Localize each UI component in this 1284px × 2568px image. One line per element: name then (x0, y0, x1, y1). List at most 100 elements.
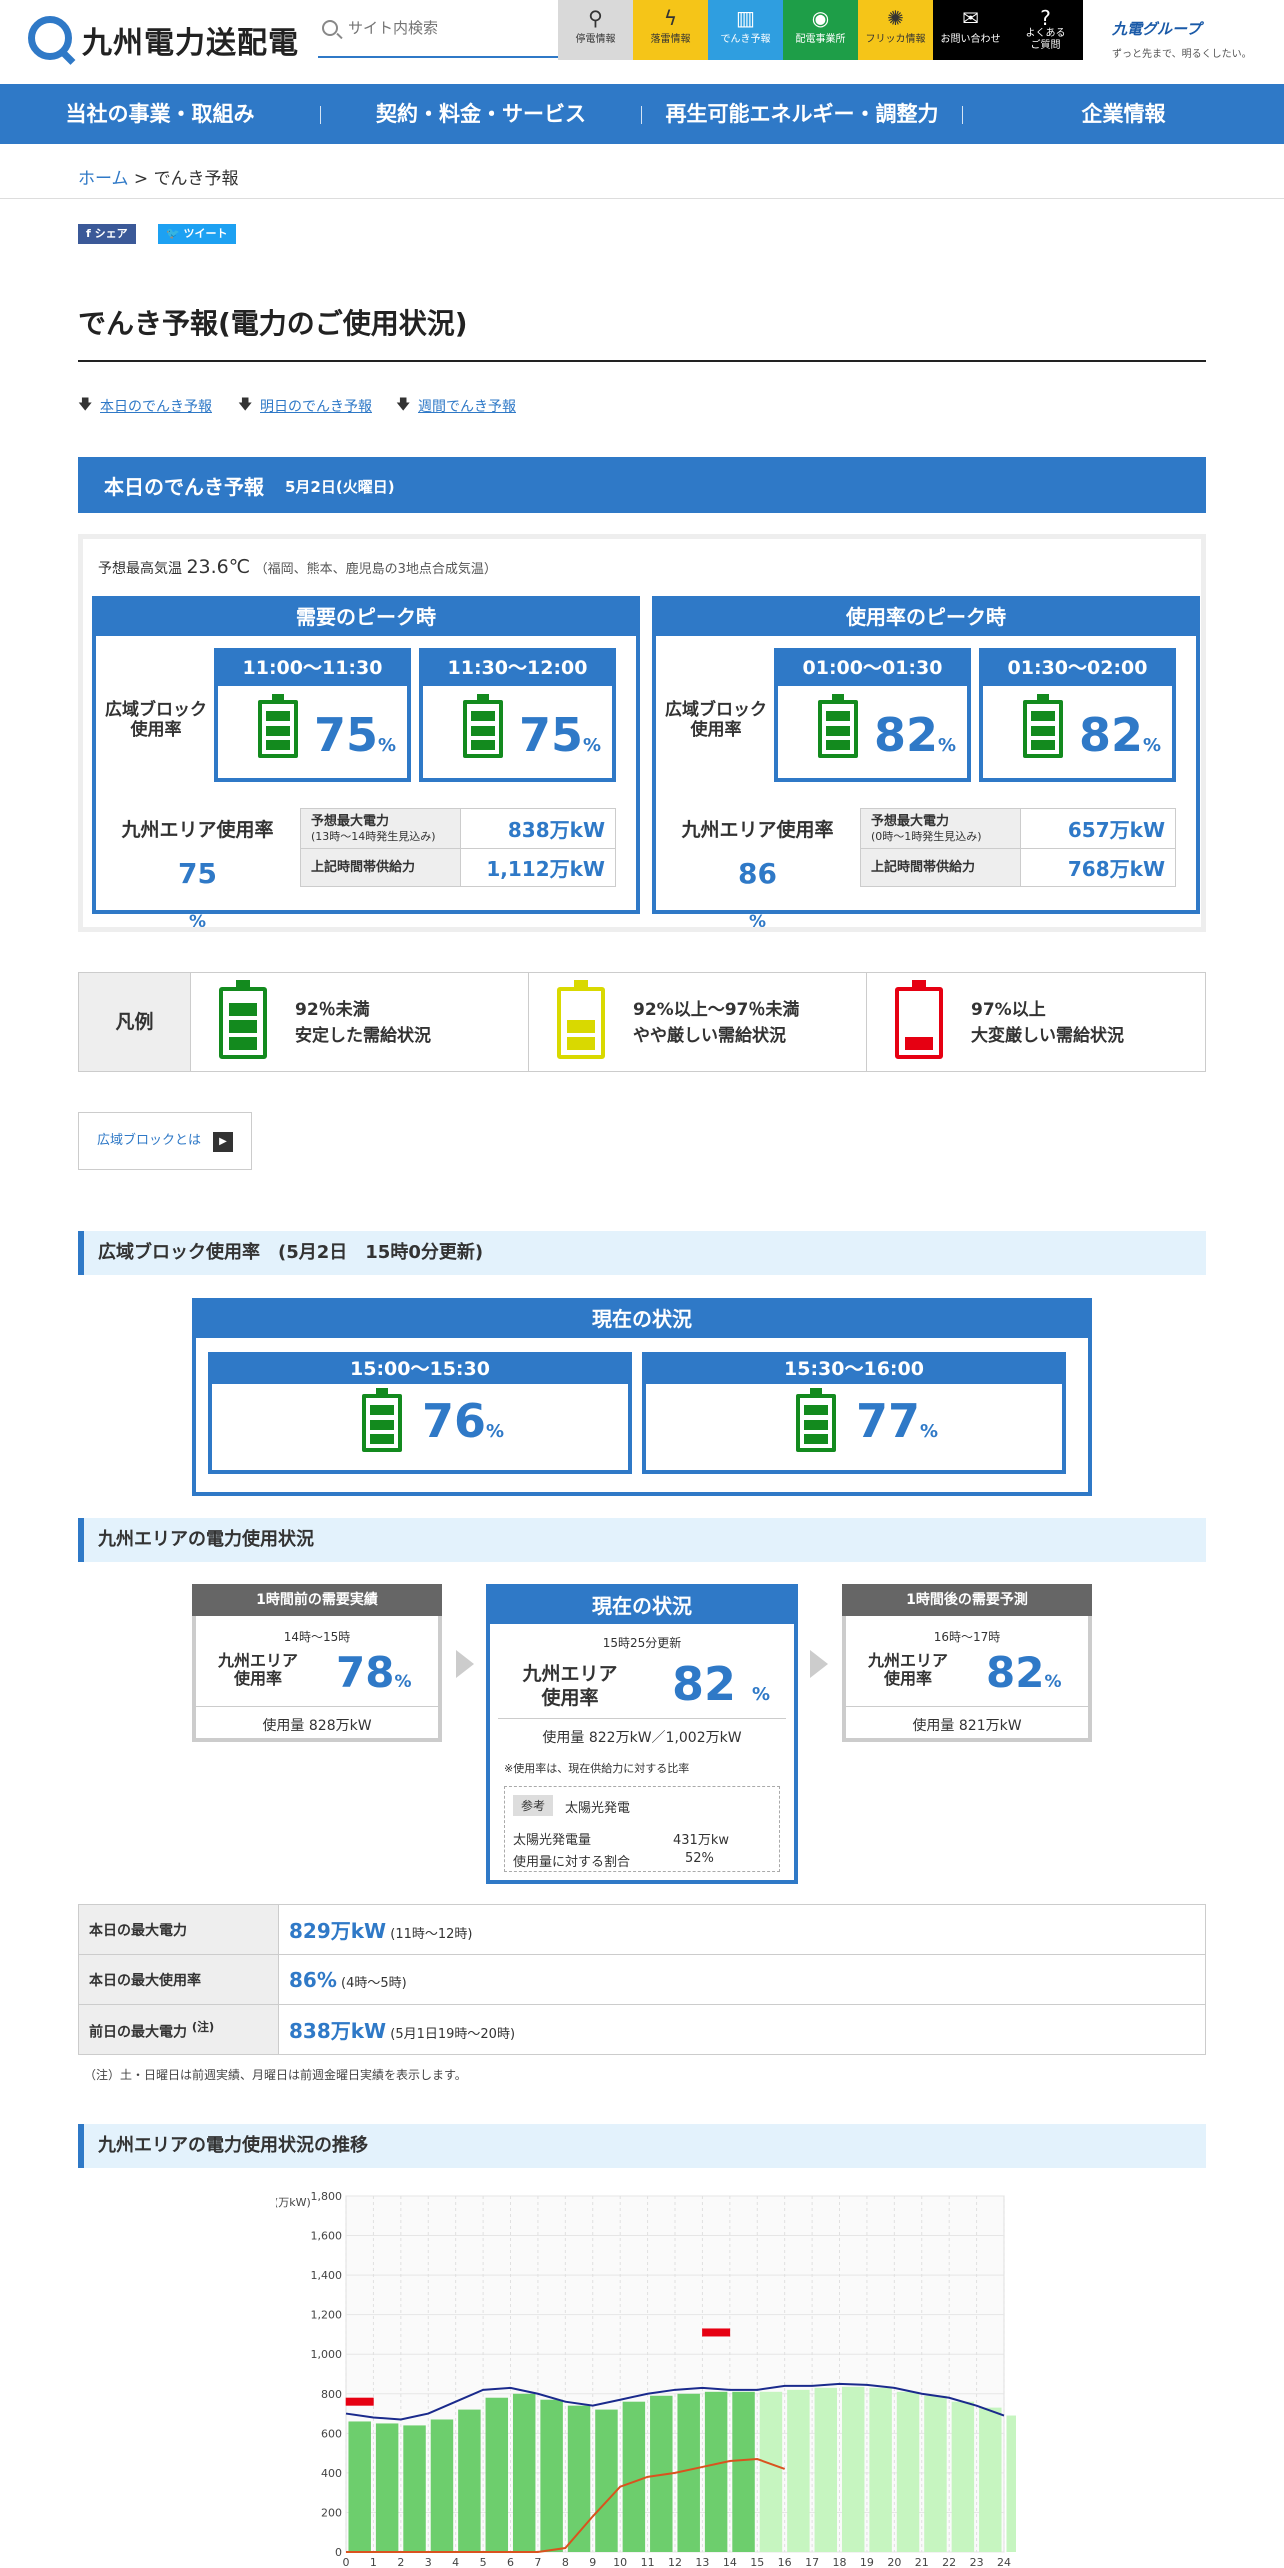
nav-tile-3[interactable]: ◉ 配電事業所 (783, 0, 858, 60)
x-tick-label: 18 (833, 2556, 847, 2568)
x-tick-label: 21 (915, 2556, 929, 2568)
breadcrumb-current: でんき予報 (153, 169, 239, 189)
forecast-table: 予想最大電力 (0時〜1時発生見込み) 657万kW 上記時間帯供給力 768万kW (860, 808, 1176, 887)
nav-tile-icon: ⚲ (588, 6, 603, 30)
global-nav: 当社の事業・取組み 契約・料金・サービス 再生可能エネルギー・調整力 企業情報 (0, 84, 1284, 144)
nav-tile-6[interactable]: ? よくある ご質問 (1008, 0, 1083, 60)
x-tick-label: 2 (397, 2556, 404, 2568)
peak-marker (345, 2397, 374, 2406)
gnav-business[interactable]: 当社の事業・取組み (0, 84, 320, 144)
nav-tile-1[interactable]: ϟ 落雷情報 (633, 0, 708, 60)
nav-tile-2[interactable]: ▥ でんき予報 (708, 0, 783, 60)
bar-forecast (1006, 2415, 1016, 2552)
battery-icon (362, 1388, 402, 1452)
solar-reference: 参考 太陽光発電 太陽光発電量 431万kw 使用量に対する割合 52% (504, 1786, 780, 1872)
arrow-right-icon: ▶ (213, 1132, 233, 1152)
arrow-right-icon (810, 1650, 828, 1678)
slot-time: 01:30～02:00 (983, 652, 1172, 686)
x-tick-label: 1 (370, 2556, 377, 2568)
logo-icon[interactable] (28, 16, 72, 60)
x-tick-label: 8 (562, 2556, 569, 2568)
y-tick-label: 200 (321, 2506, 342, 2519)
y-tick-label: 1,600 (311, 2230, 343, 2243)
anchor-weekly[interactable]: 週間でんき予報 (418, 396, 516, 416)
anchor-today[interactable]: 本日のでんき予報 (100, 396, 212, 416)
search-icon[interactable] (322, 20, 338, 36)
current-hour-box: 現在の状況 15時25分更新 九州エリア 使用率 82 % 使用量 822万kW… (486, 1584, 798, 1884)
legend-item: 92%以上～97％未満 やや厳しい需給状況 (529, 973, 867, 1071)
nav-tile-icon: ◉ (811, 6, 830, 30)
demand-peak-panel: 需要のピーク時 広域ブロック 使用率 11:00～11:30 75% 11:30～12:… (92, 596, 640, 932)
nav-tile-icon: ϟ (663, 6, 678, 30)
y-tick-label: 1,800 (311, 2190, 343, 2203)
bar-actual (595, 2409, 618, 2552)
bar-actual (348, 2421, 371, 2552)
slot-time: 11:00～11:30 (218, 652, 407, 686)
x-tick-label: 14 (723, 2556, 737, 2568)
usage-trend-chart: 02004006008001,0001,2001,4001,6001,800(万… (276, 2190, 1016, 2568)
bar-forecast (951, 2401, 975, 2552)
gnav-company[interactable]: 企業情報 (963, 84, 1284, 144)
legend: 凡例 92％未満 安定した需給状況 92%以上～97％未満 やや厳しい需給状況 97%以… (78, 972, 1206, 1072)
site-logo-text[interactable]: 九州電力送配電 (82, 18, 299, 62)
bar-actual (458, 2409, 481, 2552)
peak-slot: 11:30～12:00 75% (419, 648, 616, 782)
nav-tile-label: お問い合わせ (940, 34, 1001, 45)
slot-value: 82% (1079, 708, 1162, 762)
bar-actual (375, 2423, 399, 2552)
bar-actual (485, 2397, 509, 2552)
breadcrumb-home[interactable]: ホーム (78, 169, 129, 189)
nav-tile-0[interactable]: ⚲ 停電情報 (558, 0, 633, 60)
nav-tile-4[interactable]: ✺ フリッカ情報 (858, 0, 933, 60)
x-tick-label: 15 (750, 2556, 764, 2568)
twitter-share-button[interactable]: 🐦 ツイート (158, 224, 236, 244)
x-tick-label: 19 (860, 2556, 874, 2568)
x-tick-label: 7 (534, 2556, 541, 2568)
x-tick-label: 3 (425, 2556, 432, 2568)
arrow-down-icon: 🡇 (396, 397, 411, 413)
twitter-icon: 🐦 (166, 227, 180, 240)
battery-icon (219, 980, 267, 1059)
arrow-right-icon (456, 1650, 474, 1678)
nav-tile-label: 配電事業所 (795, 34, 846, 45)
table-row: 本日の最大電力 829万kW (11時〜12時) (78, 1904, 1206, 1955)
bar-forecast (869, 2387, 892, 2552)
x-tick-label: 11 (641, 2556, 655, 2568)
peak-slot: 11:00～11:30 75% (214, 648, 411, 782)
bar-actual (567, 2405, 591, 2552)
divider (0, 198, 1284, 199)
peak-slot: 01:30～02:00 82% (979, 648, 1176, 782)
footnote: （注）土・日曜日は前週実績、月曜日は前週金曜日実績を表示します。 (84, 2068, 467, 2082)
legend-item: 97%以上 大変厳しい需給状況 (867, 973, 1205, 1071)
kyushu-section-title: 九州エリアの電力使用状況 (78, 1518, 1206, 1562)
facebook-share-button[interactable]: f シェア (78, 224, 136, 244)
group-logo[interactable]: 九電グループ ずっと先まで、明るくしたい。 (1112, 18, 1262, 68)
bar-forecast (814, 2387, 838, 2552)
table-row: 前日の最大電力 (注) 838万kW (5月1日19時〜20時) (78, 2004, 1206, 2055)
search-box[interactable] (318, 10, 558, 58)
x-tick-label: 13 (695, 2556, 709, 2568)
gnav-renewable[interactable]: 再生可能エネルギー・調整力 (642, 84, 962, 144)
current-status-panel: 現在の状況 15:00～15:30 76% 15:30～16:00 77% (192, 1298, 1092, 1496)
slot-time: 01:00～01:30 (778, 652, 967, 686)
x-tick-label: 20 (887, 2556, 901, 2568)
battery-icon (557, 980, 605, 1059)
block-usage-label: 広域ブロック 使用率 (105, 700, 207, 740)
area-block-link[interactable]: 広域ブロックとは ▶ (78, 1112, 252, 1170)
bar-actual (732, 2391, 755, 2552)
next-hour-box: 1時間後の需要予測 16時～17時 九州エリア 使用率 82% 使用量 821万… (842, 1584, 1092, 1742)
x-tick-label: 5 (480, 2556, 487, 2568)
y-tick-label: 1,400 (311, 2269, 343, 2282)
bar-actual (540, 2399, 563, 2552)
anchor-tomorrow[interactable]: 明日のでんき予報 (260, 396, 372, 416)
y-axis-label: (万kW) (276, 2196, 311, 2209)
search-input[interactable] (348, 16, 548, 40)
battery-icon (1023, 694, 1063, 758)
bar-forecast (787, 2389, 810, 2552)
breadcrumb: ホーム > でんき予報 (78, 169, 239, 189)
trend-section-title: 九州エリアの電力使用状況の推移 (78, 2124, 1206, 2168)
nav-tile-5[interactable]: ✉ お問い合わせ (933, 0, 1008, 60)
nav-tile-label: よくある ご質問 (1025, 28, 1066, 51)
today-forecast-header: 本日のでんき予報 5月2日(火曜日) (78, 457, 1206, 513)
gnav-contract[interactable]: 契約・料金・サービス (321, 84, 641, 144)
